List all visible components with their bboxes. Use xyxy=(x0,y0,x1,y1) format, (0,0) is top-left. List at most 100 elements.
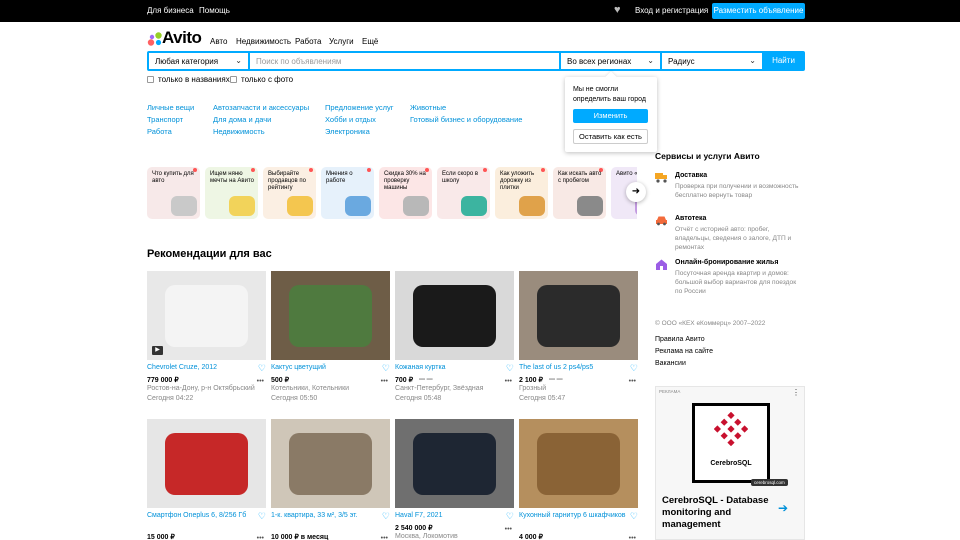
listing-photo[interactable] xyxy=(395,271,514,360)
only-titles-checkbox[interactable]: только в названиях xyxy=(147,75,230,84)
copyright: © ООО «КЕХ еКоммерц» 2007–2022 xyxy=(655,320,766,327)
story-card[interactable]: Что купить для авто xyxy=(147,167,200,219)
more-options-icon[interactable]: ••• xyxy=(505,526,512,533)
house-icon xyxy=(656,259,667,270)
change-city-button[interactable]: Изменить xyxy=(573,109,648,123)
login-link[interactable]: Вход и регистрация xyxy=(635,6,708,15)
favorite-heart-icon[interactable]: ♡ xyxy=(630,511,638,522)
stories-next-arrow-icon[interactable]: ➜ xyxy=(626,182,646,202)
listing-card[interactable]: ▶ Chevrolet Cruze, 2012 ♡ 779 000 ₽ Ростов-н… xyxy=(147,271,266,406)
listing-photo[interactable] xyxy=(147,419,266,508)
listing-card[interactable]: Haval F7, 2021 ♡ 2 540 000 ₽ Москва, Локомо… xyxy=(395,419,514,540)
footer-link-jobs[interactable]: Вакансии xyxy=(655,360,686,367)
story-card[interactable]: Как уложить дорожку из плитки xyxy=(495,167,548,219)
listing-location: Санкт-Петербург, Звёздная xyxy=(395,385,484,392)
listing-card[interactable]: Кухонный гарнитур 6 шкафчиков ♡ 4 000 ₽ ••• xyxy=(519,419,638,540)
listing-photo[interactable] xyxy=(395,419,514,508)
help-link[interactable]: Помощь xyxy=(199,6,230,15)
category-link[interactable]: Животные xyxy=(410,103,446,112)
category-link[interactable]: Электроника xyxy=(325,127,370,136)
footer-link-rules[interactable]: Правила Авито xyxy=(655,336,705,343)
listing-location: Котельники, Котельники xyxy=(271,385,350,392)
favorite-heart-icon[interactable]: ♡ xyxy=(506,511,514,522)
favorite-heart-icon[interactable]: ♡ xyxy=(382,511,390,522)
listing-title[interactable]: Haval F7, 2021 xyxy=(395,512,503,520)
nav-more[interactable]: Ещё xyxy=(362,37,378,46)
listing-title[interactable]: Chevrolet Cruze, 2012 xyxy=(147,364,255,372)
listing-price: 2 100 ₽ xyxy=(519,377,543,384)
listing-title[interactable]: Кактус цветущий xyxy=(271,364,379,372)
footer-link-ads[interactable]: Реклама на сайте xyxy=(655,348,713,355)
search-input[interactable]: Поиск по объявлениям xyxy=(248,51,561,71)
category-link[interactable]: Предложение услуг xyxy=(325,103,394,112)
listing-photo[interactable] xyxy=(271,419,390,508)
ad-menu-icon[interactable]: ⋮ xyxy=(792,388,800,397)
more-options-icon[interactable]: ••• xyxy=(505,378,512,385)
category-select[interactable]: Любая категория ⌄ xyxy=(147,51,250,71)
nav-services[interactable]: Услуги xyxy=(329,37,354,46)
service-desc: Отчёт с историей авто: пробег, владельцы… xyxy=(675,226,792,251)
listing-title[interactable]: The last of us 2 ps4/ps5 xyxy=(519,364,627,372)
listing-card[interactable]: Кактус цветущий ♡ 500 ₽ Котельники, Котельн… xyxy=(271,271,390,406)
story-text: Если скоро в школу xyxy=(442,171,479,184)
region-select[interactable]: Во всех регионах ⌄ xyxy=(559,51,662,71)
story-card[interactable]: Скидка 30% на проверку машины xyxy=(379,167,432,219)
more-options-icon[interactable]: ••• xyxy=(381,378,388,385)
story-card[interactable]: Мнения о работе xyxy=(321,167,374,219)
more-options-icon[interactable]: ••• xyxy=(257,378,264,385)
category-link[interactable]: Личные вещи xyxy=(147,103,194,112)
listing-card[interactable]: Смартфон Oneplus 6, 8/256 Гб ♡ 15 000 ₽ ••• xyxy=(147,419,266,540)
keep-city-button[interactable]: Оставить как есть xyxy=(573,129,648,144)
more-options-icon[interactable]: ••• xyxy=(257,535,264,540)
ad-headline[interactable]: CerebroSQL - Database monitoring and man… xyxy=(662,495,772,531)
category-link[interactable]: Недвижимость xyxy=(213,127,265,136)
listing-photo-subject xyxy=(537,285,620,347)
nav-realty[interactable]: Недвижимость xyxy=(236,37,291,46)
listing-title[interactable]: Кожаная куртка xyxy=(395,364,503,372)
listing-photo[interactable] xyxy=(271,271,390,360)
listing-photo[interactable] xyxy=(519,271,638,360)
favorite-heart-icon[interactable]: ♡ xyxy=(258,363,266,374)
post-ad-button[interactable]: Разместить объявление xyxy=(712,3,805,19)
story-card[interactable]: Выбирайте продавцов по рейтингу xyxy=(263,167,316,219)
favorite-heart-icon[interactable]: ♡ xyxy=(506,363,514,374)
category-link[interactable]: Работа xyxy=(147,127,172,136)
listing-location: Москва, Локомотив xyxy=(395,533,458,540)
arrow-right-icon[interactable]: ➔ xyxy=(778,501,788,515)
story-card[interactable]: Как искать авто с пробегом xyxy=(553,167,606,219)
listing-title[interactable]: Кухонный гарнитур 6 шкафчиков xyxy=(519,512,627,520)
listing-card[interactable]: Кожаная куртка ♡ 700 ₽ ▬ ▬ Санкт-Петербург, … xyxy=(395,271,514,406)
listing-card[interactable]: 1-к. квартира, 33 м², 3/5 эт. ♡ 10 000 ₽ в… xyxy=(271,419,390,540)
business-link[interactable]: Для бизнеса xyxy=(147,6,194,15)
listing-price: 500 ₽ xyxy=(271,377,290,384)
listing-card[interactable]: The last of us 2 ps4/ps5 ♡ 2 100 ₽ ▬ ▬ Грозн… xyxy=(519,271,638,406)
story-card[interactable]: Если скоро в школу xyxy=(437,167,490,219)
only-photo-checkbox[interactable]: только с фото xyxy=(230,75,293,84)
category-link[interactable]: Транспорт xyxy=(147,115,183,124)
ad-banner[interactable]: РЕКЛАМА ⋮ CerebroSQL cerebrosql.com Cere… xyxy=(655,386,805,540)
nav-jobs[interactable]: Работа xyxy=(295,37,321,46)
radius-select[interactable]: Радиус ⌄ xyxy=(660,51,764,71)
story-card[interactable]: Ищем няню мечты на Авито xyxy=(205,167,258,219)
listing-title[interactable]: Смартфон Oneplus 6, 8/256 Гб xyxy=(147,512,255,520)
find-button[interactable]: Найти xyxy=(762,51,805,71)
category-link[interactable]: Готовый бизнес и оборудование xyxy=(410,115,522,124)
ad-url: cerebrosql.com xyxy=(751,479,788,486)
listing-photo-subject xyxy=(413,433,496,495)
favorite-heart-icon[interactable]: ♡ xyxy=(258,511,266,522)
nav-auto[interactable]: Авто xyxy=(210,37,227,46)
favorite-heart-icon[interactable]: ♡ xyxy=(630,363,638,374)
listing-photo[interactable] xyxy=(519,419,638,508)
listing-location: Грозный xyxy=(519,385,547,392)
more-options-icon[interactable]: ••• xyxy=(629,378,636,385)
more-options-icon[interactable]: ••• xyxy=(629,535,636,540)
favorite-heart-icon[interactable]: ♡ xyxy=(382,363,390,374)
listing-title[interactable]: 1-к. квартира, 33 м², 3/5 эт. xyxy=(271,512,379,520)
favorites-heart-icon[interactable]: ♥ xyxy=(614,4,621,16)
category-link[interactable]: Хобби и отдых xyxy=(325,115,376,124)
category-link[interactable]: Для дома и дачи xyxy=(213,115,271,124)
category-link[interactable]: Автозапчасти и аксессуары xyxy=(213,103,309,112)
top-bar: Для бизнеса Помощь ♥ Вход и регистрация … xyxy=(0,0,960,22)
listing-photo[interactable]: ▶ xyxy=(147,271,266,360)
more-options-icon[interactable]: ••• xyxy=(381,535,388,540)
